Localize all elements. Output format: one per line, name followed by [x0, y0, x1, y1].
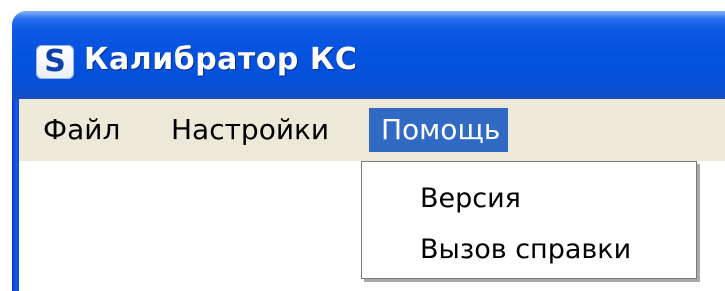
menu-item-call-help[interactable]: Вызов справки: [420, 229, 631, 271]
menu-file[interactable]: Файл: [43, 108, 120, 152]
menu-bar: Файл Настройки Помощь: [19, 99, 725, 161]
window-frame-left: [12, 99, 19, 291]
app-s-icon[interactable]: S: [36, 45, 74, 79]
app-window: S Калибратор КС Файл Настройки Помощь Ве…: [0, 0, 725, 291]
app-icon-letter: S: [44, 44, 66, 79]
window-title: Калибратор КС: [84, 42, 358, 77]
menu-item-version[interactable]: Версия: [420, 178, 521, 220]
menu-help[interactable]: Помощь: [369, 108, 508, 152]
menu-settings[interactable]: Настройки: [171, 108, 329, 152]
help-dropdown-menu: Версия Вызов справки: [361, 161, 697, 279]
